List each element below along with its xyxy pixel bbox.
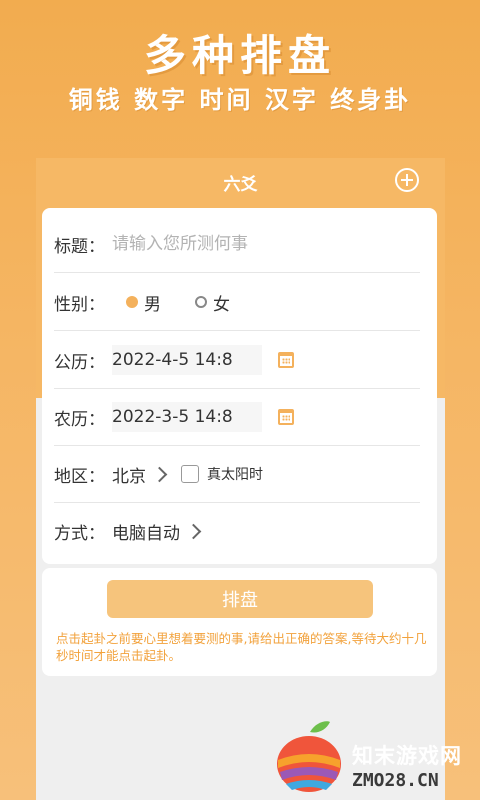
gender-option-male: 男 — [144, 294, 161, 315]
gender-option-female: 女 — [213, 294, 230, 315]
watermark-url: ZMO28.CN — [352, 770, 439, 791]
hint-text: 点击起卦之前要心里想着要测的事,请给出正确的答案,等待大约十几秒时间才能点击起卦… — [56, 631, 427, 663]
solar-date-value: 2022-4-5 14:8 — [112, 350, 233, 370]
solar-label: 公历： — [54, 352, 105, 373]
plus-circle-icon[interactable] — [395, 168, 419, 192]
lunar-label: 农历： — [54, 409, 105, 430]
hero-title: 多种排盘 — [143, 31, 336, 80]
action-card: 排盘 点击起卦之前要心里想着要测的事,请给出正确的答案,等待大约十几秒时间才能点… — [42, 568, 437, 676]
true-solar-label: 真太阳时 — [207, 467, 263, 483]
submit-button[interactable]: 排盘 — [107, 580, 373, 618]
title-label: 标题： — [54, 236, 105, 257]
method-row: 方式： 电脑自动 — [54, 503, 420, 560]
region-value[interactable]: 北京 — [112, 462, 146, 487]
method-value[interactable]: 电脑自动 — [112, 519, 180, 544]
watermark-name: 知末游戏网 — [352, 744, 462, 768]
gender-radio-female[interactable]: 女 — [195, 290, 230, 315]
chevron-right-icon[interactable] — [151, 466, 168, 482]
watermark: 知末游戏网 ZMO28.CN — [272, 712, 472, 796]
calendar-icon[interactable] — [278, 409, 294, 425]
region-row: 地区： 北京 真太阳时 — [54, 446, 420, 503]
title-input[interactable] — [112, 234, 402, 254]
lunar-date-field[interactable]: 2022-3-5 14:8 — [112, 402, 262, 432]
gender-label: 性别： — [54, 294, 105, 315]
true-solar-checkbox[interactable] — [181, 465, 199, 483]
gender-radio-male[interactable]: 男 — [126, 290, 161, 315]
hero-subtitle: 铜钱 数字 时间 汉字 终身卦 — [68, 86, 412, 114]
app-screen: 六爻 标题： 性别： 男 女 公历： 2022-4-5 14:8 — [36, 158, 445, 800]
lunar-date-row: 农历： 2022-3-5 14:8 — [54, 389, 420, 446]
radio-unselected-icon — [195, 296, 207, 308]
method-label: 方式： — [54, 524, 105, 544]
calendar-icon[interactable] — [278, 352, 294, 368]
apple-logo-icon — [277, 721, 341, 792]
lunar-date-value: 2022-3-5 14:8 — [112, 407, 233, 427]
region-label: 地区： — [54, 466, 105, 487]
solar-date-field[interactable]: 2022-4-5 14:8 — [112, 345, 262, 375]
solar-date-row: 公历： 2022-4-5 14:8 — [54, 332, 420, 389]
title-row: 标题： — [54, 216, 420, 273]
form-card: 标题： 性别： 男 女 公历： 2022-4-5 14:8 农历： 20 — [42, 208, 437, 564]
page-title: 六爻 — [223, 175, 258, 195]
gender-row: 性别： 男 女 — [54, 274, 420, 331]
chevron-right-icon[interactable] — [185, 523, 202, 540]
radio-selected-icon — [126, 296, 138, 308]
